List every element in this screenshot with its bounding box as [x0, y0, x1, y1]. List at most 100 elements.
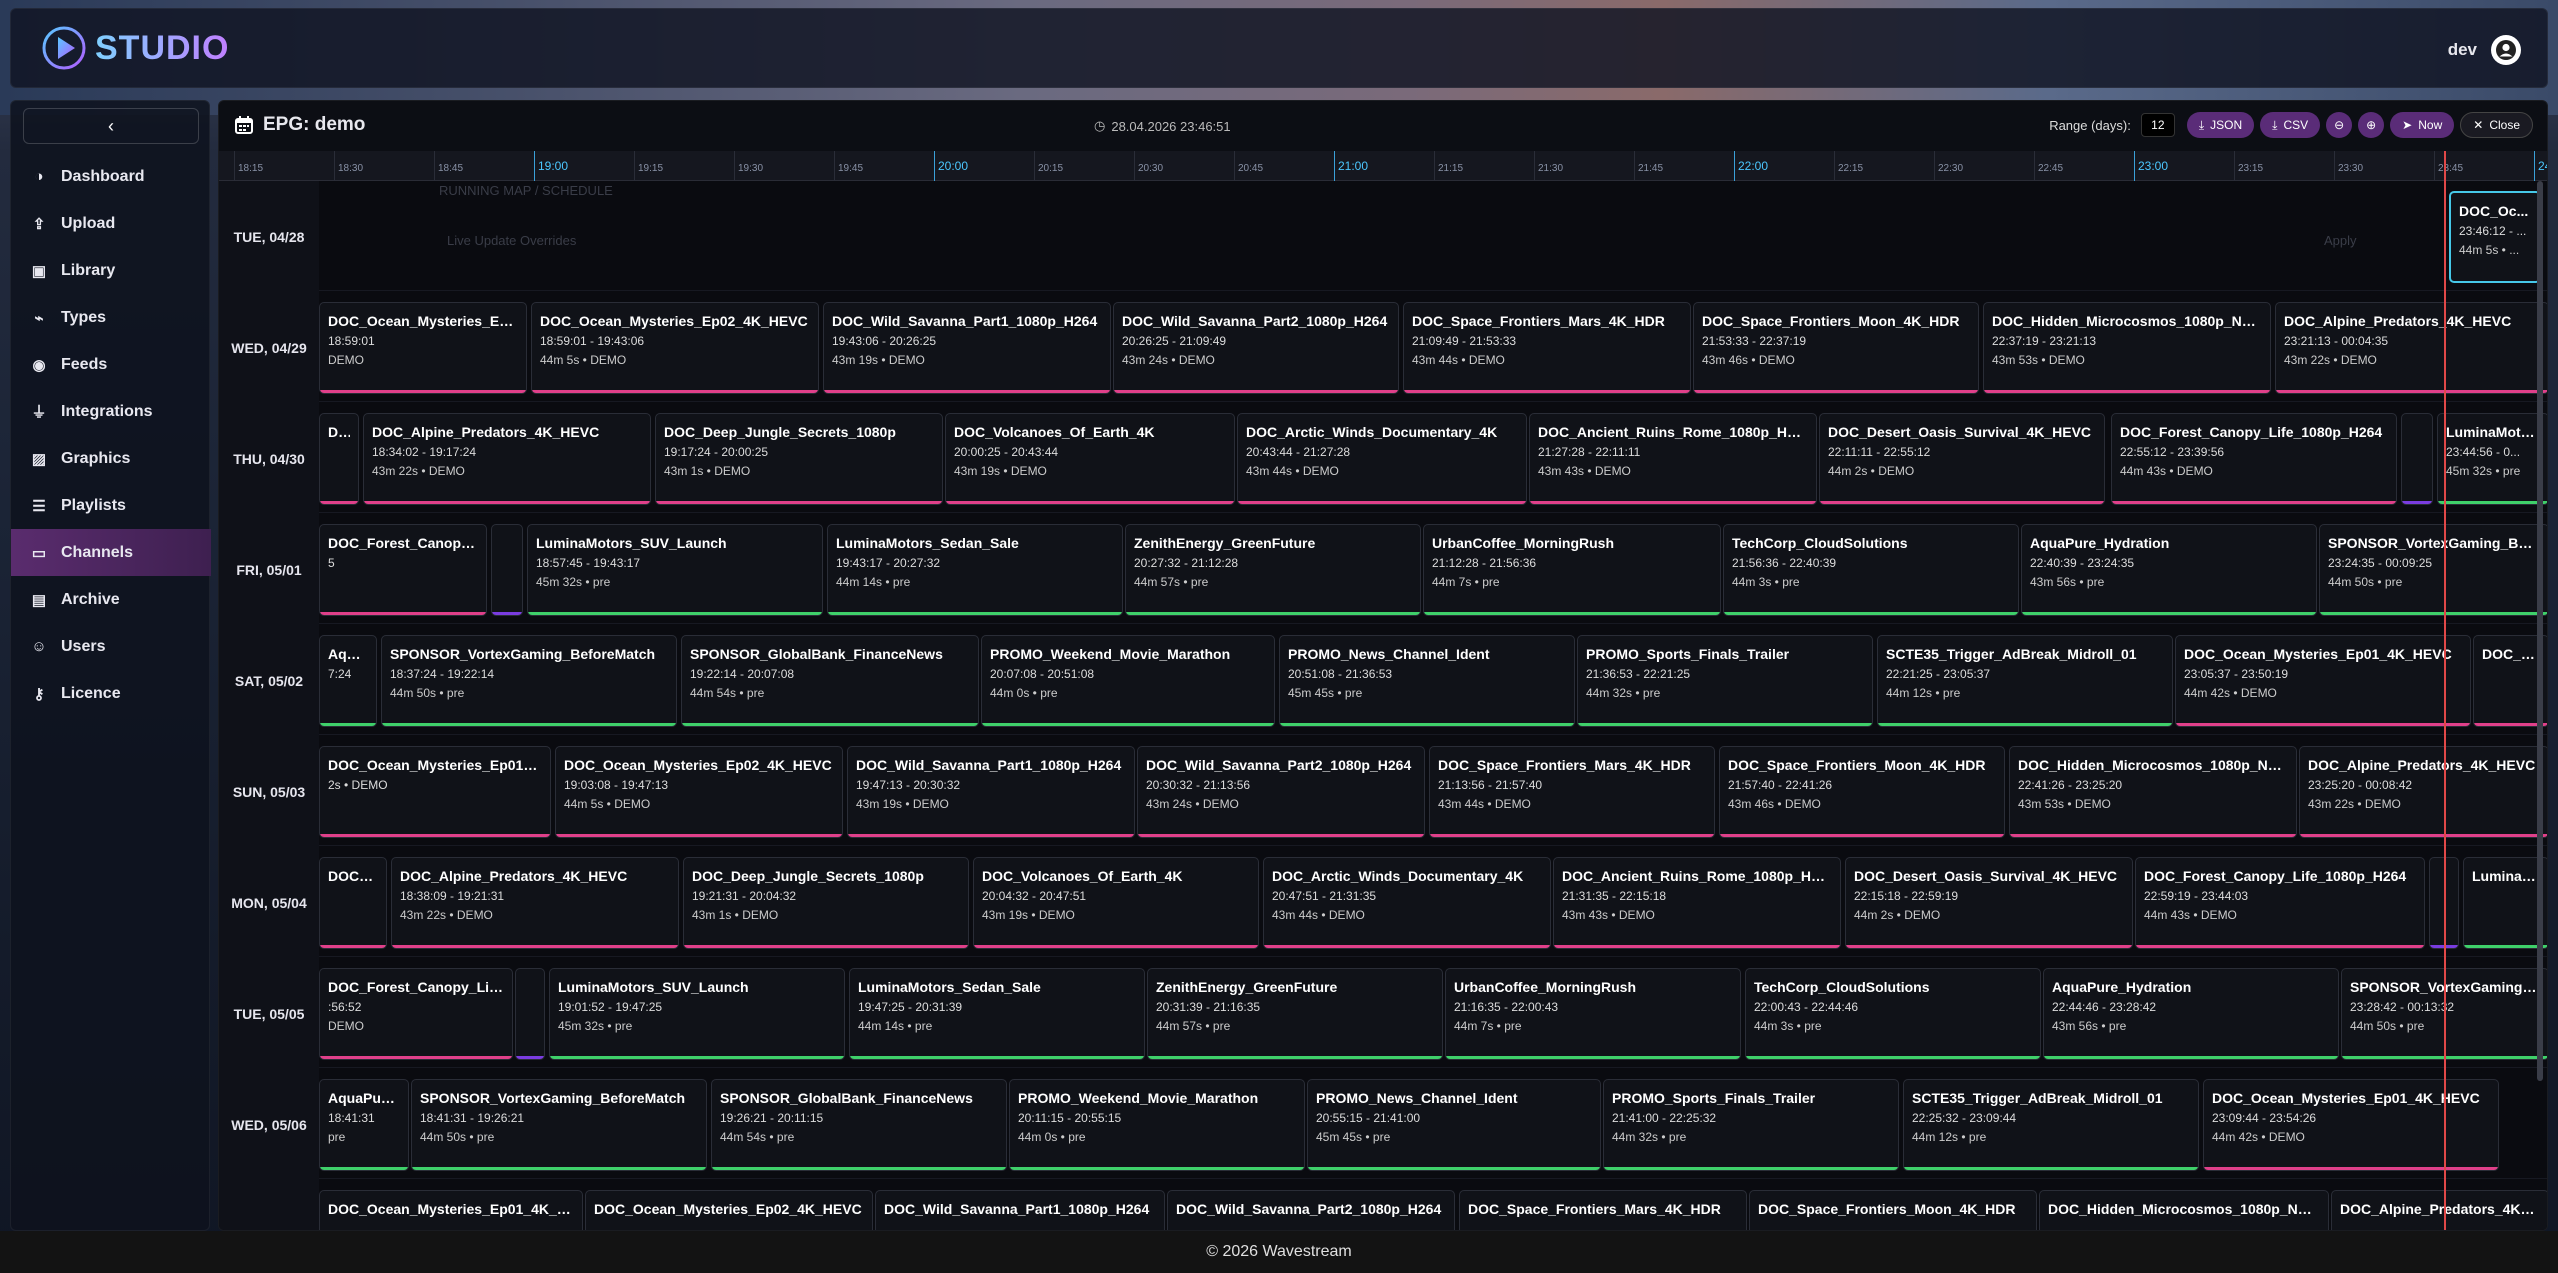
program-block[interactable]: DOC_Alpine_Predators_4K_HEVC 18:38:09 - 1… — [391, 857, 679, 949]
program-block[interactable]: SPONSOR_GlobalBank_FinanceNews 19:22:14 -… — [681, 635, 979, 727]
collapse-sidebar-button[interactable]: ‹ — [23, 108, 199, 144]
program-block[interactable]: LuminaMotors_Sedan_Sale 19:43:17 - 20:27:… — [827, 524, 1123, 616]
sidebar-item-playlists[interactable]: ☰ Playlists — [11, 482, 211, 529]
program-block[interactable]: DOC_Desert_Oasis_Survival_4K_HEVC 22:15:1… — [1845, 857, 2133, 949]
program-block[interactable]: DOC_Space_Frontiers_Mars_4K_HDR 21:13:56 … — [1429, 746, 1715, 838]
program-block[interactable]: DOC_Forest_Canopy_Life_1080p_H264 22:59:1… — [2135, 857, 2425, 949]
program-block[interactable] — [515, 968, 545, 1060]
sidebar-item-integrations[interactable]: ⏚ Integrations — [11, 388, 211, 435]
program-block[interactable]: DOC_Desert_Oasis_Survival_4K_HEVC 22:11:1… — [1819, 413, 2105, 505]
program-block[interactable]: TechCorp_CloudSolutions 22:00:43 - 22:44:… — [1745, 968, 2041, 1060]
range-days-input[interactable]: 12 — [2140, 113, 2175, 137]
user-menu[interactable]: dev — [2448, 35, 2521, 65]
program-block[interactable]: UrbanCoffee_MorningRush 21:12:28 - 21:56:… — [1423, 524, 1721, 616]
program-block[interactable]: SPONSOR_VortexGaming_BeforeMatch 18:37:24… — [381, 635, 677, 727]
program-block[interactable]: DOC_Forest_Canopy_Life_1080p_H264 5 — [319, 524, 487, 616]
program-block[interactable]: DOC_Ocean_Mysteries_Ep01_4K_HEVC 23:05:37… — [2175, 635, 2471, 727]
program-block[interactable]: DOC_Forest_Canopy_Life_1080p_H264 22:55:1… — [2111, 413, 2397, 505]
program-block[interactable]: PROMO_News_Channel_Ident 20:51:08 - 21:36… — [1279, 635, 1575, 727]
program-block[interactable]: DOC_Ocean_Mysteries_Ep02_4K_HEVC — [585, 1190, 873, 1230]
program-block[interactable]: DOC_Volcanoes_Of_Earth_4K 20:04:32 - 20:4… — [973, 857, 1259, 949]
program-block[interactable]: SCTE35_Trigger_AdBreak_Midroll_01 22:25:3… — [1903, 1079, 2199, 1171]
program-block[interactable]: DOC_Arctic_Winds_Documentary_4K 20:47:51 … — [1263, 857, 1551, 949]
epg-grid[interactable]: RUNNING MAP / SCHEDULE Live Update Overr… — [319, 181, 2547, 1230]
program-block[interactable]: LuminaMotors_SUV_Launch 23:44:56 - 0... 45… — [2437, 413, 2547, 505]
program-block[interactable]: LuminaMotors_SUV_Launch — [2463, 857, 2547, 949]
program-block[interactable]: AquaPure_Hydration 7:24 — [319, 635, 377, 727]
program-block[interactable]: TechCorp_CloudSolutions 21:56:36 - 22:40:… — [1723, 524, 2019, 616]
sidebar-item-feeds[interactable]: ◉ Feeds — [11, 341, 211, 388]
current-program-block[interactable]: DOC_Oc... 23:46:12 - ... 44m 5s • ... — [2449, 191, 2541, 283]
program-block[interactable]: SPONSOR_VortexGaming_BeforeMatch 18:41:31… — [411, 1079, 707, 1171]
program-block[interactable]: LuminaMotors_SUV_Launch 19:01:52 - 19:47:… — [549, 968, 845, 1060]
program-block[interactable]: DOC_Wild_Savanna_Part2_1080p_H264 20:26:2… — [1113, 302, 1399, 394]
sidebar-item-licence[interactable]: ⚷ Licence — [11, 670, 211, 717]
program-block[interactable]: AquaPure_Hydration 18:41:31 pre — [319, 1079, 409, 1171]
program-block[interactable]: SPONSOR_GlobalBank_FinanceNews 19:26:21 -… — [711, 1079, 1007, 1171]
sidebar-item-library[interactable]: ▣ Library — [11, 247, 211, 294]
program-block[interactable]: DOC_Hidden_Microcosmos_1080p_NVENC 22:41:… — [2009, 746, 2297, 838]
program-block[interactable]: DOC_Wild_Savanna_Part1_1080p_H264 — [875, 1190, 1165, 1230]
export-json-button[interactable]: ⤓ JSON — [2186, 112, 2255, 138]
program-block[interactable]: DOC_Ocean_Mysteries_Ep01_4K_HEVC 23:09:44… — [2203, 1079, 2499, 1171]
program-block[interactable]: PROMO_Sports_Finals_Trailer 21:41:00 - 22… — [1603, 1079, 1899, 1171]
export-csv-button[interactable]: ⤓ CSV — [2260, 112, 2321, 138]
program-block[interactable]: DOC_Ocean_Mysteries_Ep02_4K_HEVC 19:03:08… — [555, 746, 843, 838]
program-block[interactable]: DOC_Ancient_Ruins_Rome_1080p_H264 21:27:2… — [1529, 413, 1817, 505]
user-avatar-icon[interactable] — [2491, 35, 2521, 65]
program-block[interactable]: DOC_Ocean_Mysteries_Ep01_4K_HEVC 2s • DEM… — [319, 746, 551, 838]
program-block[interactable]: DOC_Alpine_Predators_4K_HEVC 18:34:02 - 1… — [363, 413, 651, 505]
zoom-out-button[interactable]: ⊖ — [2326, 112, 2353, 138]
program-block[interactable]: DOC_Hidden_Microcosmos_1080p_NVENC — [2039, 1190, 2329, 1230]
program-block[interactable]: DOC_Wild_Savanna_Part2_1080p_H264 20:30:3… — [1137, 746, 1425, 838]
program-block[interactable]: DOC_Wild_Savanna_Part1_1080p_H264 19:47:1… — [847, 746, 1135, 838]
program-block[interactable]: AquaPure_Hydration 22:40:39 - 23:24:35 43m… — [2021, 524, 2317, 616]
program-block[interactable]: DOC_Space_Frontiers_Moon_4K_HDR — [1749, 1190, 2037, 1230]
program-block[interactable]: DOC_Deep_Jungle_Secrets_1080p 19:21:31 - … — [683, 857, 969, 949]
app-logo[interactable]: STUDIO — [41, 25, 229, 71]
program-block[interactable]: DOC_Space_Frontiers_Moon_4K_HDR 21:57:40 … — [1719, 746, 2005, 838]
zoom-in-button[interactable]: ⊕ — [2358, 112, 2385, 138]
program-block[interactable]: PROMO_News_Channel_Ident 20:55:15 - 21:41… — [1307, 1079, 1601, 1171]
program-block[interactable]: DOC_Volcanoes_Of_Earth_4K 20:00:25 - 20:4… — [945, 413, 1235, 505]
program-block[interactable]: DOC_Hidden_Microcosmos_1080p_NVENC — [319, 857, 387, 949]
program-block[interactable]: DOC_Wild_Savanna_Part2_1080p_H264 — [1167, 1190, 1455, 1230]
program-block[interactable]: PROMO_Sports_Finals_Trailer 21:36:53 - 22… — [1577, 635, 1873, 727]
program-block[interactable]: DOC_Ocean_Mysteries_Ep02_4K_HEVC 18:59:01… — [531, 302, 819, 394]
program-block[interactable]: UrbanCoffee_MorningRush 21:16:35 - 22:00:… — [1445, 968, 1741, 1060]
program-block[interactable]: DOC_Alpine_Predators_4K_HEVC 23:25:20 - 0… — [2299, 746, 2547, 838]
now-button[interactable]: ➤ Now — [2390, 112, 2455, 138]
program-block[interactable]: PROMO_Weekend_Movie_Marathon 20:11:15 - 2… — [1009, 1079, 1305, 1171]
sidebar-item-upload[interactable]: ⇪ Upload — [11, 200, 211, 247]
program-block[interactable] — [491, 524, 523, 616]
program-block[interactable]: LuminaMotors_Sedan_Sale 19:47:25 - 20:31:… — [849, 968, 1145, 1060]
program-block[interactable]: DOC_Space_Frontiers_Moon_4K_HDR 21:53:33 … — [1693, 302, 1979, 394]
sidebar-item-archive[interactable]: ▤ Archive — [11, 576, 211, 623]
sidebar-item-users[interactable]: ☺ Users — [11, 623, 211, 670]
program-block[interactable]: DOC_Ocean_Mysteries_Ep01_4K_HEVC 18:59:01… — [319, 302, 527, 394]
program-block[interactable]: DOC_Alpine_Predators_4K_HEVC — [2331, 1190, 2547, 1230]
program-block[interactable]: DOC_Ancient_Ruins_Rome_1080p_H264 21:31:3… — [1553, 857, 1841, 949]
program-block[interactable]: SPONSOR_VortexGaming_BeforeMatch 23:24:35… — [2319, 524, 2547, 616]
program-block[interactable]: DOC_Hidden_Microcosmos_1080p_NVENC 22:37:… — [1983, 302, 2271, 394]
program-block[interactable]: SCTE35_Trigger_AdBreak_Midroll_01 22:21:2… — [1877, 635, 2173, 727]
program-block[interactable]: DOC_Space_Frontiers_Mars_4K_HDR 21:09:49 … — [1403, 302, 1691, 394]
sidebar-item-graphics[interactable]: ▨ Graphics — [11, 435, 211, 482]
program-block[interactable]: DOC_Space_Frontiers_Mars_4K_HDR — [1459, 1190, 1747, 1230]
program-block[interactable]: ZenithEnergy_GreenFuture 20:27:32 - 21:12… — [1125, 524, 1421, 616]
program-block[interactable]: DOC_Deep_Jungle_Secrets_1080p 19:17:24 - … — [655, 413, 943, 505]
program-block[interactable]: DOC_Wild_Savanna_Part1_1080p_H264 19:43:0… — [823, 302, 1111, 394]
program-block[interactable]: DOC_Ocean_Mysteries_Ep01_4K_HEVC — [319, 1190, 583, 1230]
program-block[interactable]: DOC_Hidden_Microcosmos_NVENC — [319, 413, 359, 505]
program-block[interactable]: AquaPure_Hydration 22:44:46 - 23:28:42 43m… — [2043, 968, 2339, 1060]
program-block[interactable] — [2401, 413, 2433, 505]
program-block[interactable]: LuminaMotors_SUV_Launch 18:57:45 - 19:43:… — [527, 524, 823, 616]
sidebar-item-types[interactable]: ⌁ Types — [11, 294, 211, 341]
sidebar-item-channels[interactable]: ▭ Channels — [11, 529, 211, 576]
close-button[interactable]: ✕ Close — [2460, 112, 2533, 138]
program-block[interactable]: PROMO_Weekend_Movie_Marathon 20:07:08 - 2… — [981, 635, 1275, 727]
program-block[interactable]: ZenithEnergy_GreenFuture 20:31:39 - 21:16… — [1147, 968, 1443, 1060]
program-block[interactable]: DOC_Forest_Canopy_Life_1080p_H264:56:52 D… — [319, 968, 513, 1060]
sidebar-item-dashboard[interactable]: ◑ Dashboard — [11, 153, 211, 200]
program-block[interactable]: DOC_Alpine_Predators_4K_HEVC 23:21:13 - 0… — [2275, 302, 2547, 394]
